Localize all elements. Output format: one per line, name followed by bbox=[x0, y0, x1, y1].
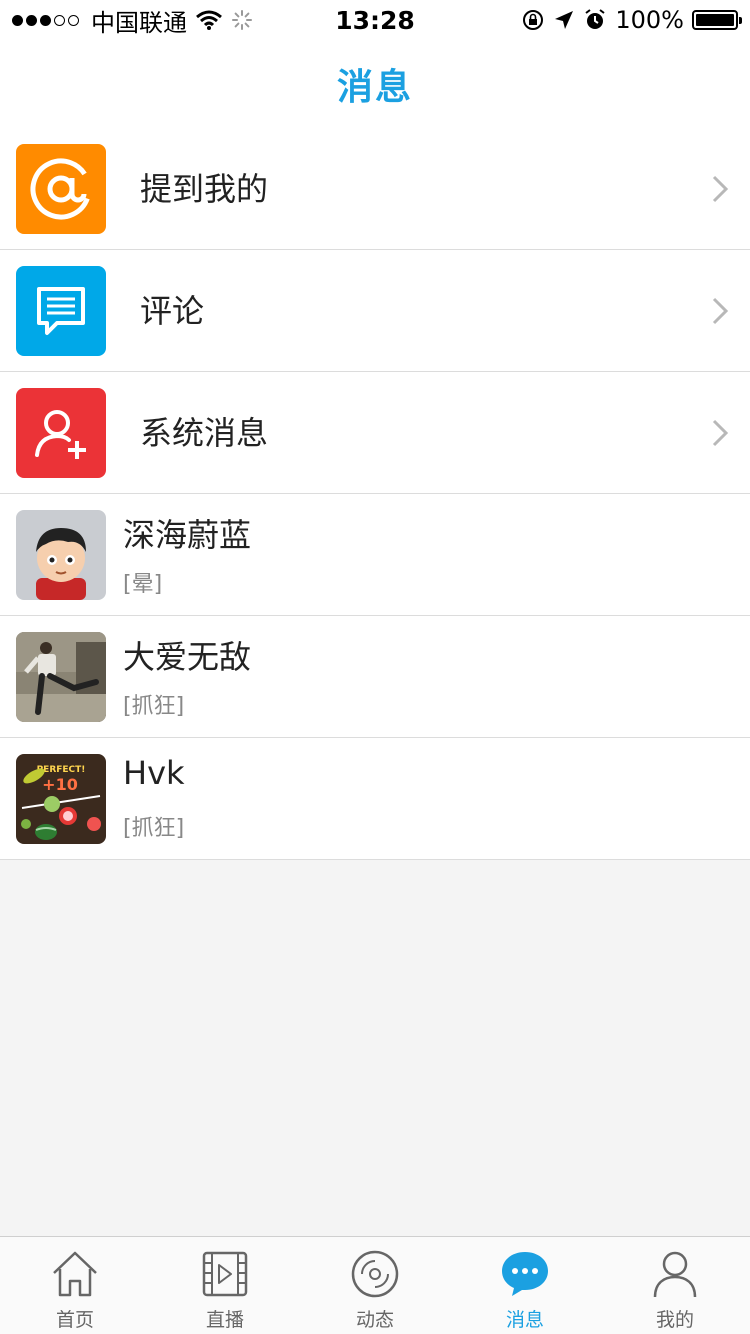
chevron-right-icon bbox=[712, 297, 729, 325]
message-list: 提到我的 评论 系统消息 深海蔚蓝 [晕] 大爱无敌 [抓狂] PERFECT!… bbox=[0, 128, 750, 860]
carrier-name: 中国联通 bbox=[91, 8, 187, 37]
conversation-preview: [晕] bbox=[123, 572, 163, 597]
wifi-icon bbox=[196, 10, 222, 30]
tab-label: 动态 bbox=[355, 1309, 394, 1331]
at-icon bbox=[16, 144, 106, 234]
fruit-ninja-avatar: PERFECT! +10 bbox=[16, 754, 106, 844]
alarm-icon bbox=[585, 9, 605, 29]
tab-label: 首页 bbox=[55, 1309, 94, 1331]
signal-strength-icon bbox=[12, 14, 79, 26]
rotation-lock-icon bbox=[523, 10, 544, 30]
menu-item-label: 评论 bbox=[140, 292, 205, 330]
conversation-preview: [抓狂] bbox=[123, 816, 185, 841]
menu-item-label: 系统消息 bbox=[140, 414, 269, 452]
tab-messages[interactable]: 消息 bbox=[450, 1237, 600, 1334]
conversation-name: 深海蔚蓝 bbox=[123, 516, 252, 554]
menu-item-mentions[interactable]: 提到我的 bbox=[0, 128, 750, 250]
cartoon-boy-avatar bbox=[16, 510, 106, 600]
home-icon bbox=[53, 1251, 97, 1297]
tab-label: 消息 bbox=[505, 1309, 544, 1331]
conversation-item[interactable]: PERFECT! +10 Hvk [抓狂] bbox=[0, 738, 750, 860]
avatar-score-text: +10 bbox=[42, 775, 78, 794]
tab-label: 我的 bbox=[655, 1309, 694, 1331]
tab-profile[interactable]: 我的 bbox=[600, 1237, 750, 1334]
comment-icon bbox=[16, 266, 106, 356]
tab-feed[interactable]: 动态 bbox=[300, 1237, 450, 1334]
tab-bar: 首页 直播 动态 消息 我的 bbox=[0, 1236, 750, 1334]
tab-home[interactable]: 首页 bbox=[0, 1237, 150, 1334]
conversation-item[interactable]: 深海蔚蓝 [晕] bbox=[0, 494, 750, 616]
battery-percent: 100% bbox=[615, 6, 684, 34]
message-icon bbox=[502, 1252, 548, 1296]
person-icon bbox=[653, 1251, 697, 1298]
conversation-item[interactable]: 大爱无敌 [抓狂] bbox=[0, 616, 750, 738]
disc-icon bbox=[351, 1250, 399, 1298]
conversation-name: Hvk bbox=[123, 754, 185, 792]
menu-item-label: 提到我的 bbox=[140, 170, 269, 208]
add-user-icon bbox=[16, 388, 106, 478]
loading-spinner-icon bbox=[232, 10, 252, 30]
tab-label: 直播 bbox=[205, 1309, 244, 1331]
conversation-name: 大爱无敌 bbox=[123, 638, 252, 676]
location-arrow-icon bbox=[555, 11, 574, 29]
menu-item-system-messages[interactable]: 系统消息 bbox=[0, 372, 750, 494]
navigation-bar: 消息 bbox=[0, 40, 750, 128]
chevron-right-icon bbox=[712, 175, 729, 203]
menu-item-comments[interactable]: 评论 bbox=[0, 250, 750, 372]
conversation-preview: [抓狂] bbox=[123, 694, 185, 719]
man-kicking-photo-avatar bbox=[16, 632, 106, 722]
video-icon bbox=[202, 1251, 248, 1297]
chevron-right-icon bbox=[712, 419, 729, 447]
status-bar: 中国联通 13:28 100% bbox=[0, 0, 750, 40]
page-title: 消息 bbox=[336, 67, 413, 108]
tab-live[interactable]: 直播 bbox=[150, 1237, 300, 1334]
battery-icon bbox=[692, 10, 742, 30]
